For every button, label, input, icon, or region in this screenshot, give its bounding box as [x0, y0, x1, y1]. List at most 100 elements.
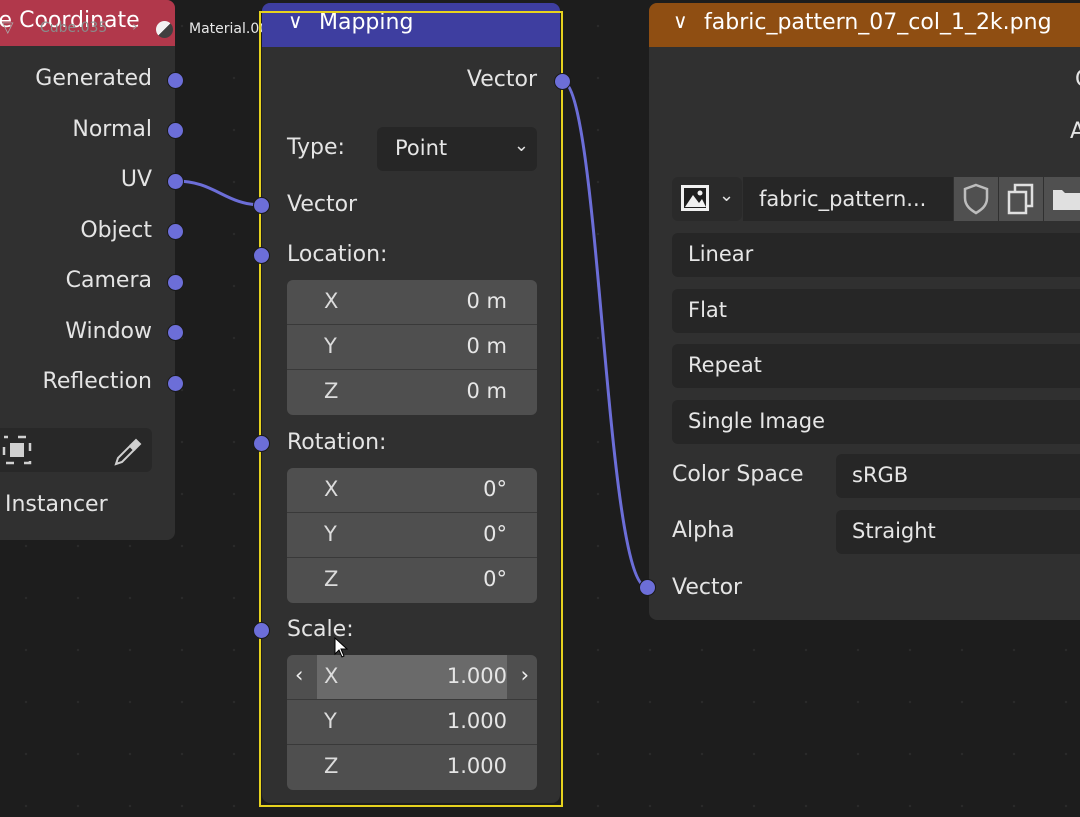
collapse-chevron-icon[interactable]: ∨ [288, 9, 303, 33]
location-x-axis: X [324, 289, 339, 313]
fake-user-button[interactable] [954, 177, 998, 221]
eyedropper-icon[interactable] [110, 434, 144, 468]
location-label: Location: [287, 242, 388, 267]
socket-mapping-vector-out[interactable] [554, 73, 571, 90]
extension-dropdown[interactable]: Repeat [672, 344, 1080, 388]
rotation-y-axis: Y [324, 522, 337, 546]
projection-value: Flat [688, 298, 728, 322]
scale-y-axis: Y [324, 709, 337, 733]
alpha-mode-value: Straight [852, 519, 936, 543]
image-name-value: fabric_pattern... [759, 187, 927, 211]
color-space-value: sRGB [852, 463, 909, 487]
scale-x-value[interactable]: 1.000 [447, 664, 507, 688]
object-picker-field[interactable] [0, 428, 152, 472]
output-reflection-label: Reflection [42, 369, 152, 394]
image-output-alpha-label: A [1070, 119, 1080, 144]
socket-rotation-in[interactable] [253, 435, 270, 452]
image-texture-title: fabric_pattern_07_col_1_2k.png [704, 10, 1052, 35]
instancer-label: Instancer [5, 492, 108, 517]
rotation-label: Rotation: [287, 430, 387, 455]
interpolation-dropdown[interactable]: Linear [672, 233, 1080, 277]
rotation-z-value[interactable]: 0° [483, 567, 507, 591]
duplicate-image-button[interactable] [999, 177, 1043, 221]
increment-arrow-icon[interactable]: › [521, 663, 529, 687]
mapping-header[interactable]: ∨ Mapping [262, 3, 560, 47]
projection-dropdown[interactable]: Flat [672, 289, 1080, 333]
shield-icon [963, 183, 989, 215]
output-window-label: Window [65, 319, 152, 344]
alpha-mode-dropdown[interactable]: Straight [836, 510, 1080, 554]
socket-normal-out[interactable] [167, 122, 184, 139]
open-image-button[interactable] [1044, 177, 1080, 221]
mouse-cursor-icon [334, 637, 349, 658]
mapping-title: Mapping [319, 10, 414, 35]
scale-z-value[interactable]: 1.000 [447, 754, 507, 778]
interpolation-value: Linear [688, 242, 754, 266]
duplicate-icon [1007, 183, 1034, 215]
socket-location-in[interactable] [253, 247, 270, 264]
source-dropdown[interactable]: Single Image [672, 400, 1080, 444]
socket-camera-out[interactable] [167, 274, 184, 291]
scale-x-axis: X [324, 664, 339, 688]
location-z-value[interactable]: 0 m [467, 379, 508, 403]
object-icon: ▽ [2, 18, 14, 36]
mapping-output-vector-label: Vector [466, 67, 537, 92]
location-y-axis: Y [324, 334, 337, 358]
socket-mapping-vector-in[interactable] [253, 197, 270, 214]
link-mapping-to-image [561, 79, 648, 589]
scale-y-value[interactable]: 1.000 [447, 709, 507, 733]
source-value: Single Image [688, 409, 826, 433]
mapping-input-vector-label: Vector [287, 192, 358, 217]
socket-window-out[interactable] [167, 324, 184, 341]
socket-generated-out[interactable] [167, 72, 184, 89]
location-y-value[interactable]: 0 m [467, 334, 508, 358]
object-select-icon [2, 435, 32, 465]
type-label: Type: [287, 135, 345, 160]
link-uv-to-mapping [175, 179, 263, 207]
image-output-color-label: C [1075, 67, 1080, 92]
collapse-chevron-icon[interactable]: ∨ [673, 9, 688, 33]
rotation-x-axis: X [324, 477, 339, 501]
scale-z-axis: Z [324, 754, 339, 778]
location-z-axis: Z [324, 379, 339, 403]
output-uv-label: UV [120, 167, 152, 192]
breadcrumb-object[interactable]: Cube.035 [40, 20, 107, 36]
socket-object-out[interactable] [167, 223, 184, 240]
output-object-label: Object [80, 218, 152, 243]
type-dropdown[interactable]: Point ⌄ [377, 127, 537, 171]
folder-icon [1053, 190, 1080, 210]
texture-coordinate-node[interactable]: re Coordinate Generated Normal UV Object… [0, 0, 175, 540]
image-icon [681, 185, 709, 211]
mapping-node[interactable]: ∨ Mapping Vector Type: Point ⌄ Vector Lo… [262, 3, 560, 803]
location-x-value[interactable]: 0 m [467, 289, 508, 313]
socket-image-vector-in[interactable] [639, 579, 656, 596]
extension-value: Repeat [688, 353, 762, 377]
image-texture-node[interactable]: ∨ fabric_pattern_07_col_1_2k.png C A ⌄ f… [649, 3, 1080, 620]
image-texture-header[interactable]: ∨ fabric_pattern_07_col_1_2k.png [649, 3, 1080, 47]
output-normal-label: Normal [72, 117, 152, 142]
image-browse-button[interactable]: ⌄ [672, 177, 742, 221]
breadcrumb: ▽ Cube.035 › Material.002 [0, 18, 290, 44]
scale-fields: ‹ › X 1.000 Y 1.000 Z 1.000 [287, 655, 537, 790]
socket-uv-out[interactable] [167, 173, 184, 190]
rotation-x-value[interactable]: 0° [483, 477, 507, 501]
alpha-label: Alpha [672, 518, 735, 543]
socket-scale-in[interactable] [253, 622, 270, 639]
output-camera-label: Camera [65, 268, 152, 293]
chevron-down-icon: ⌄ [513, 135, 529, 156]
color-space-dropdown[interactable]: sRGB [836, 454, 1080, 498]
type-dropdown-value: Point [395, 136, 448, 160]
rotation-fields: X 0° Y 0° Z 0° [287, 468, 537, 603]
image-input-vector-label: Vector [672, 575, 743, 600]
decrement-arrow-icon[interactable]: ‹ [295, 663, 303, 687]
material-sphere-icon [156, 21, 173, 38]
location-fields: X 0 m Y 0 m Z 0 m [287, 280, 537, 415]
output-generated-label: Generated [35, 66, 152, 91]
chevron-down-icon: ⌄ [719, 185, 735, 206]
color-space-label: Color Space [672, 462, 804, 487]
rotation-y-value[interactable]: 0° [483, 522, 507, 546]
socket-reflection-out[interactable] [167, 375, 184, 392]
breadcrumb-chevron-icon: › [132, 19, 138, 35]
rotation-z-axis: Z [324, 567, 339, 591]
image-name-field[interactable]: fabric_pattern... [743, 177, 953, 221]
